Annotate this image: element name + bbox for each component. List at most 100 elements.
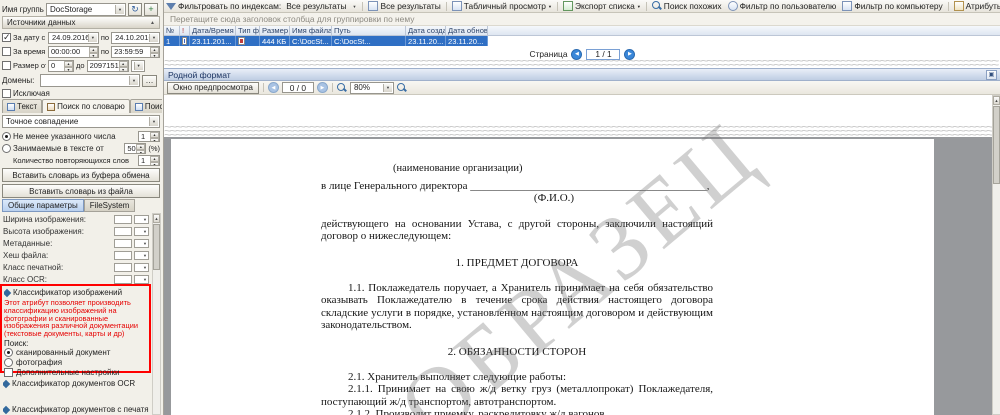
param-value-input[interactable] xyxy=(114,250,132,260)
column-header-datetime[interactable]: Дата/Время▼ xyxy=(190,26,236,36)
param-value-input[interactable] xyxy=(114,274,132,284)
group-select[interactable]: DocStorage xyxy=(46,2,126,16)
prev-match-button[interactable]: ◀ xyxy=(267,82,279,93)
time-to-field[interactable]: 23:59:59 ▲ ▼ xyxy=(111,45,160,58)
document-attributes-button[interactable]: Атрибуты документа... xyxy=(952,1,1000,12)
spinner-arrows[interactable]: ▲ ▼ xyxy=(136,144,146,153)
param-combo[interactable] xyxy=(134,238,149,248)
refresh-button[interactable]: ↻ xyxy=(128,2,142,16)
table-view-button[interactable]: Табличный просмотр ▼ xyxy=(450,1,554,12)
zoom-select[interactable]: 80% xyxy=(349,81,394,94)
paste-dictionary-clipboard-button[interactable]: Вставить словарь из буфера обмена xyxy=(2,168,160,182)
chevron-down-icon[interactable] xyxy=(149,117,158,126)
search-similar-button[interactable]: Поиск похожих xyxy=(650,1,724,12)
extra-settings-checkbox[interactable] xyxy=(4,368,13,378)
param-value-input[interactable] xyxy=(114,262,132,272)
time-from-field[interactable]: 00:00:00 ▲ ▼ xyxy=(47,45,99,58)
column-header-num[interactable]: № xyxy=(164,26,180,36)
export-list-button[interactable]: Экспорт списка ▼ xyxy=(561,1,643,12)
tab-common-params[interactable]: Общие параметры xyxy=(2,199,84,212)
filter-by-user-button[interactable]: Фильтр по пользователю xyxy=(726,1,839,12)
chevron-down-icon[interactable] xyxy=(115,4,124,14)
param-combo[interactable] xyxy=(134,250,149,260)
occupy-radio[interactable] xyxy=(2,144,11,153)
chevron-down-icon[interactable] xyxy=(382,83,392,92)
min-count-spinner[interactable]: 1 ▲ ▼ xyxy=(138,131,160,142)
repeat-words-spinner[interactable]: 1 ▲ ▼ xyxy=(138,155,160,166)
table-row[interactable]: 1 23.11.201... 444 КБ C:\DocSt... C:\Doc… xyxy=(164,36,1000,46)
spinner-arrows[interactable]: ▲ ▼ xyxy=(64,60,73,71)
time-filter-checkbox[interactable] xyxy=(2,47,11,56)
index-filter-select[interactable]: Все результаты xyxy=(283,1,359,12)
paste-dictionary-file-button[interactable]: Вставить словарь из файла xyxy=(2,184,160,198)
dock-pane-button[interactable]: ▣ xyxy=(986,69,997,80)
scroll-up-icon[interactable]: ▲ xyxy=(993,96,1000,105)
param-value-input[interactable] xyxy=(114,214,132,224)
match-mode-select[interactable]: Точное совпадение xyxy=(2,115,160,128)
spinner-arrows[interactable]: ▲ ▼ xyxy=(118,60,128,71)
all-results-button[interactable]: Все результаты xyxy=(366,1,442,12)
size-to-field[interactable]: 2097151 ▲ ▼ xyxy=(86,59,129,72)
collapse-icon[interactable]: ▲ xyxy=(150,20,155,26)
column-header-filetype[interactable]: Тип фа xyxy=(236,26,260,36)
spinner-arrows[interactable]: ▲ ▼ xyxy=(88,46,98,57)
param-combo[interactable] xyxy=(134,214,149,224)
add-group-button[interactable]: + xyxy=(144,2,158,16)
tab-filesystem[interactable]: FileSystem xyxy=(83,199,136,212)
param-value-input[interactable] xyxy=(114,226,132,236)
tab-dictionary-search[interactable]: Поиск по словарю xyxy=(42,99,130,113)
image-classifier-title: Классификатор изображений xyxy=(13,288,123,297)
tab-text[interactable]: Текст xyxy=(2,99,43,113)
group-by-hint[interactable]: Перетащите сюда заголовок столбца для гр… xyxy=(164,13,1000,26)
image-classifier-header[interactable]: Классификатор изображений xyxy=(4,287,147,298)
photo-radio[interactable] xyxy=(4,358,13,368)
date-to-field[interactable]: 24.10.2016 xyxy=(111,31,160,44)
domains-select[interactable] xyxy=(40,74,140,87)
param-combo[interactable] xyxy=(134,226,149,236)
date-from-field[interactable]: 24.09.2016 xyxy=(47,31,99,44)
zoom-in-icon[interactable] xyxy=(396,82,407,93)
spinner-arrows[interactable]: ▲ ▼ xyxy=(150,156,159,165)
preview-scrollbar[interactable]: ▲ xyxy=(992,95,1000,415)
param-value-input[interactable] xyxy=(114,238,132,248)
column-header-updated[interactable]: Дата обнов xyxy=(446,26,488,36)
scanned-document-radio[interactable] xyxy=(4,348,13,358)
tab-search-more[interactable]: Поиск xyxy=(129,99,162,113)
calendar-dropdown-icon[interactable] xyxy=(149,33,158,42)
scrollbar-thumb[interactable] xyxy=(153,224,160,270)
calendar-dropdown-icon[interactable] xyxy=(87,33,97,42)
page-next-button[interactable]: ▶ xyxy=(624,48,636,60)
date-filter-checkbox[interactable] xyxy=(2,32,11,43)
preview-window-button[interactable]: Окно предпросмотра xyxy=(167,81,259,94)
chevron-down-icon[interactable] xyxy=(133,61,143,70)
chevron-down-icon[interactable] xyxy=(129,76,138,85)
scroll-up-icon[interactable]: ▲ xyxy=(153,214,160,223)
min-count-radio[interactable] xyxy=(2,132,11,141)
exclude-checkbox[interactable] xyxy=(2,89,11,98)
sources-header[interactable]: Источники данных ▲ xyxy=(2,16,160,29)
filter-by-computer-button[interactable]: Фильтр по компьютеру xyxy=(840,1,944,12)
column-header-filename[interactable]: Имя файла xyxy=(290,26,332,36)
ocr-classifier-header[interactable]: Классификатор документов OCR xyxy=(3,378,149,389)
cell-size: 444 КБ xyxy=(260,36,290,46)
spinner-arrows[interactable]: ▲ ▼ xyxy=(150,46,159,57)
ocr-stamps-classifier-header[interactable]: Классификатор документов с печатями OCR xyxy=(3,404,149,415)
domains-browse-button[interactable]: … xyxy=(142,74,157,87)
page-prev-button[interactable]: ◀ xyxy=(571,48,583,60)
occupy-spinner[interactable]: 50 ▲ ▼ xyxy=(124,143,147,154)
param-combo[interactable] xyxy=(134,274,149,284)
size-from-field[interactable]: 0 ▲ ▼ xyxy=(48,59,74,72)
size-units-select[interactable] xyxy=(130,59,145,72)
spinner-arrows[interactable]: ▲ ▼ xyxy=(150,132,159,141)
scrollbar-thumb[interactable] xyxy=(993,106,1000,184)
size-filter-checkbox[interactable] xyxy=(2,61,11,70)
column-header-flag[interactable]: ! xyxy=(180,26,190,36)
doc-heading-1: 1. ПРЕДМЕТ ДОГОВОРА xyxy=(455,257,579,270)
column-header-created[interactable]: Дата созда xyxy=(406,26,446,36)
cell-updated: 23.11.20... xyxy=(446,36,488,46)
column-header-size[interactable]: Размер xyxy=(260,26,290,36)
next-match-button[interactable]: ▶ xyxy=(316,82,328,93)
param-combo[interactable] xyxy=(134,262,149,272)
column-header-path[interactable]: Путь xyxy=(332,26,406,36)
sidebar-scrollbar[interactable]: ▲ xyxy=(152,213,161,415)
